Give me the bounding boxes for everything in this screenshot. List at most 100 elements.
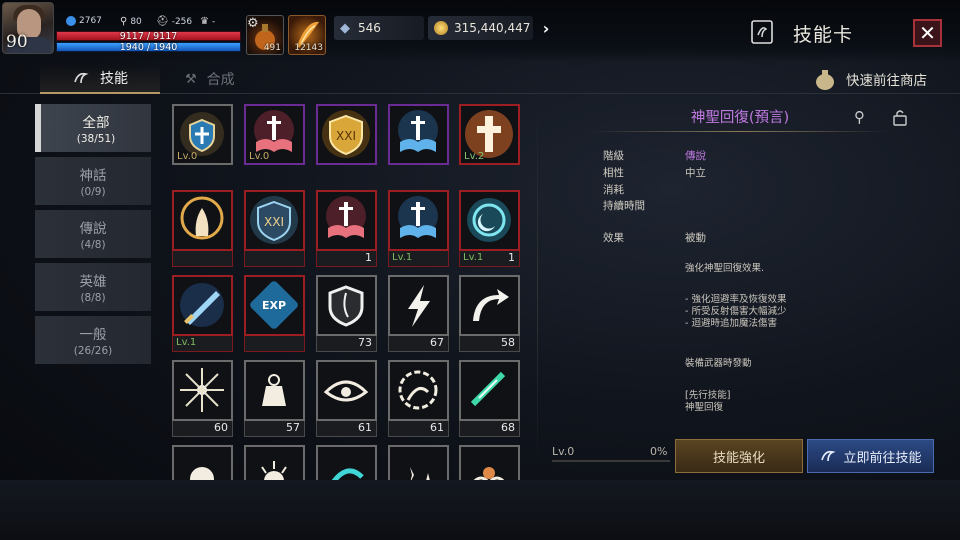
skill-card-cell[interactable]: EXP [244,275,305,353]
skill-card-tile[interactable]: EXP [244,275,305,336]
grade-row: 階級 傳說 [603,148,706,163]
quick-shop-link[interactable]: 快速前往商店 [812,64,927,94]
name-underline [590,131,890,132]
skill-card-cell[interactable]: XXI [316,104,377,182]
tab-craft-label: 合成 [206,72,235,88]
card-info-strip: 68 [459,421,520,437]
skill-card-cell[interactable]: 68 [459,360,520,438]
card-info-strip: Lv.1 [172,336,233,352]
skill-card-cell[interactable] [172,190,233,268]
stat-d: ♛ - [200,16,215,27]
skill-card-tile[interactable] [316,275,377,336]
skill-card-cell[interactable]: Lv.0 [172,104,233,182]
stat-d-value: - [211,16,216,27]
skill-card-cell[interactable]: Lv.1 [388,190,449,268]
skill-card-tile[interactable] [388,104,449,165]
card-quantity: 57 [286,421,300,434]
skill-card-tile[interactable]: XXI [244,190,305,251]
skill-card-cell[interactable]: 1 [316,190,377,268]
grade-value: 傳說 [685,150,706,162]
card-quantity: 1 [365,251,372,264]
enhance-skill-button[interactable]: 技能強化 [675,439,803,473]
skill-card-cell[interactable]: 61 [316,360,377,438]
skill-card-tile[interactable] [388,445,449,480]
skill-card-tile[interactable] [172,445,233,480]
mp-text: 1940 / 1940 [119,42,178,53]
skill-card-grid: Lv.0 Lv.0 XXI Lv.2 XXI 1 Lv.1 Lv.1 1 Lv.1 EXP 73 67 5… [172,104,524,480]
orb-icon [190,467,214,480]
gold-amount: 315,440,447 [454,21,531,35]
card-quantity: 61 [358,421,372,434]
skill-card-tile[interactable] [316,445,377,480]
category-0[interactable]: 全部 (38/51) [35,104,151,152]
skill-card-tile[interactable] [172,360,233,421]
category-count: (26/26) [73,345,113,357]
skill-card-cell[interactable] [388,445,449,480]
skill-card-tile[interactable] [244,445,305,480]
skill-card-cell[interactable]: Lv.0 [244,104,305,182]
card-info-strip [244,336,305,352]
tab-skill[interactable]: 技能 [40,64,160,94]
moon-star-icon [467,198,511,242]
sword-slash-icon [180,283,224,327]
card-quantity: 1 [508,251,515,264]
search-icon[interactable]: ⚲ [854,108,865,126]
bottom-bar [0,480,960,540]
skill-card-tile[interactable] [172,190,233,251]
skill-card-cell[interactable]: 58 [459,275,520,353]
skill-card-tile[interactable] [459,445,520,480]
skill-card-cell[interactable] [244,445,305,480]
close-button[interactable]: ✕ [913,19,942,47]
skill-card-cell[interactable]: Lv.2 [459,104,520,182]
weight-icon [262,374,286,406]
skill-card-tile[interactable] [316,360,377,421]
currency-expand-arrow-icon[interactable]: › [534,16,558,40]
settings-gear-icon[interactable]: ⚙ [247,16,259,31]
skill-card-tile[interactable] [244,360,305,421]
category-1[interactable]: 神話 (0/9) [35,157,151,205]
quick-slot-item[interactable]: 12143 [288,15,326,55]
skill-card-tile[interactable] [316,190,377,251]
skill-card-tile[interactable]: Lv.2 [459,104,520,165]
desc-bullets: - 強化迴避率及恢復效果 - 所受反射傷害大幅減少 - 迴避時追加魔法傷害 [685,294,787,329]
skill-card-tile[interactable] [459,360,520,421]
skill-card-cell[interactable]: 60 [172,360,233,438]
card-info-strip [172,251,233,267]
sun-face-icon [261,461,287,480]
skill-card-tile[interactable] [388,360,449,421]
lightning-icon [408,285,430,327]
category-2[interactable]: 傳說 (4/8) [35,210,151,258]
skill-card-cell[interactable]: 61 [388,360,449,438]
skill-card-tile[interactable] [388,190,449,251]
duration-row: 持續時間 [603,198,685,213]
skill-card-cell[interactable] [172,445,233,480]
card-info-strip: 57 [244,421,305,437]
skill-card-cell[interactable]: 67 [388,275,449,353]
effect-value: 被動 [685,232,706,244]
lock-icon[interactable] [893,108,907,126]
skill-card-cell[interactable]: XXI [244,190,305,268]
crystal-amount: 546 [358,21,381,35]
tab-craft[interactable]: ⚒ 合成 [185,64,265,94]
skill-card-tile[interactable]: XXI [316,104,377,165]
skill-card-cell[interactable]: Lv.1 [172,275,233,353]
goto-skill-button[interactable]: 立即前往技能 [807,439,934,473]
skill-card-cell[interactable] [388,104,449,182]
skill-card-tile[interactable]: Lv.0 [244,104,305,165]
affinity-value: 中立 [685,167,706,179]
skill-card-cell[interactable] [316,445,377,480]
skill-card-cell[interactable] [459,445,520,480]
skill-card-tile[interactable] [459,190,520,251]
eye-icon [323,380,369,402]
gold-shield-icon: XXI [322,110,370,158]
skill-card-tile[interactable] [172,275,233,336]
skill-card-tile[interactable] [388,275,449,336]
category-4[interactable]: 一般 (26/26) [35,316,151,364]
skill-card-tile[interactable]: Lv.0 [172,104,233,165]
skill-card-tile[interactable] [459,275,520,336]
card-info-strip: 58 [459,336,520,352]
skill-card-cell[interactable]: 57 [244,360,305,438]
skill-card-cell[interactable]: Lv.1 1 [459,190,520,268]
category-3[interactable]: 英雄 (8/8) [35,263,151,311]
skill-card-cell[interactable]: 73 [316,275,377,353]
